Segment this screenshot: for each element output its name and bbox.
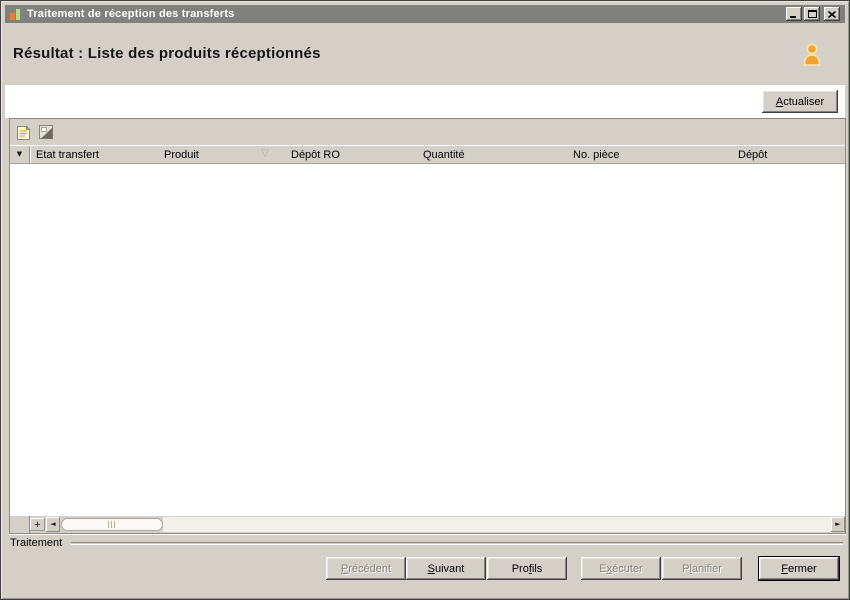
picture-button[interactable] [37, 123, 54, 141]
row-selector-header[interactable]: ▼ [10, 146, 30, 163]
add-row-button[interactable]: + [30, 518, 45, 531]
title-bar[interactable]: Traitement de réception des transferts [5, 5, 845, 23]
user-icon [803, 43, 821, 66]
grid-header-row: ▼ Etat transfert Produit ▽ Dépôt RO Quan… [10, 145, 845, 164]
column-header-produit[interactable]: Produit ▽ [158, 146, 285, 163]
note-button[interactable] [15, 123, 32, 141]
scrollbar-track[interactable] [163, 517, 831, 532]
status-group-border [71, 542, 843, 544]
column-header-depot-ro[interactable]: Dépôt RO [285, 146, 417, 163]
dialog-window: Traitement de réception des transferts R… [0, 0, 850, 600]
grid-toolbar [10, 119, 845, 145]
executer-button[interactable]: Exécuter [581, 557, 661, 580]
column-header-depot[interactable]: Dépôt [732, 146, 845, 163]
results-grid-panel: ▼ Etat transfert Produit ▽ Dépôt RO Quan… [9, 118, 846, 534]
column-header-no-piece[interactable]: No. pièce [567, 146, 732, 163]
window-controls [784, 7, 840, 21]
selector-column-footer [10, 516, 30, 533]
precedent-button[interactable]: Précédent [326, 557, 406, 580]
close-icon [828, 10, 836, 18]
column-header-quantite[interactable]: Quantité [417, 146, 567, 163]
window-title: Traitement de réception des transferts [27, 8, 235, 20]
grid-scroll-row: + ◄ ► [10, 516, 845, 533]
status-group-label: Traitement [10, 537, 63, 549]
page-title: Résultat : Liste des produits réceptionn… [13, 45, 321, 62]
minimize-button[interactable] [786, 7, 802, 21]
actualiser-button[interactable]: Actualiser [762, 90, 838, 113]
fermer-button[interactable]: Fermer [758, 556, 840, 581]
horizontal-scrollbar[interactable]: ◄ ► [46, 516, 845, 533]
profils-button[interactable]: Profils [487, 557, 567, 580]
maximize-button[interactable] [804, 7, 820, 21]
grid-body-empty [10, 164, 845, 516]
scroll-left-icon: ◄ [50, 520, 56, 528]
close-button[interactable] [824, 7, 840, 21]
column-header-etat-transfert[interactable]: Etat transfert [30, 146, 158, 163]
sort-indicator-icon: ▽ [261, 148, 269, 159]
scroll-right-icon: ► [835, 520, 841, 528]
thumb-grip-icon [108, 521, 116, 528]
action-strip: Actualiser [5, 85, 845, 118]
scroll-right-button[interactable]: ► [831, 517, 845, 532]
page-header: Résultat : Liste des produits réceptionn… [5, 23, 845, 85]
dropdown-arrow-icon: ▼ [16, 150, 23, 158]
planifier-button[interactable]: Planifier [662, 557, 742, 580]
scrollbar-thumb[interactable] [61, 518, 163, 531]
app-icon [10, 8, 20, 20]
maximize-icon [807, 10, 817, 18]
scroll-left-button[interactable]: ◄ [46, 517, 60, 532]
suivant-button[interactable]: Suivant [406, 557, 486, 580]
picture-icon [38, 125, 53, 139]
minimize-icon [790, 15, 796, 18]
note-icon [17, 124, 31, 140]
